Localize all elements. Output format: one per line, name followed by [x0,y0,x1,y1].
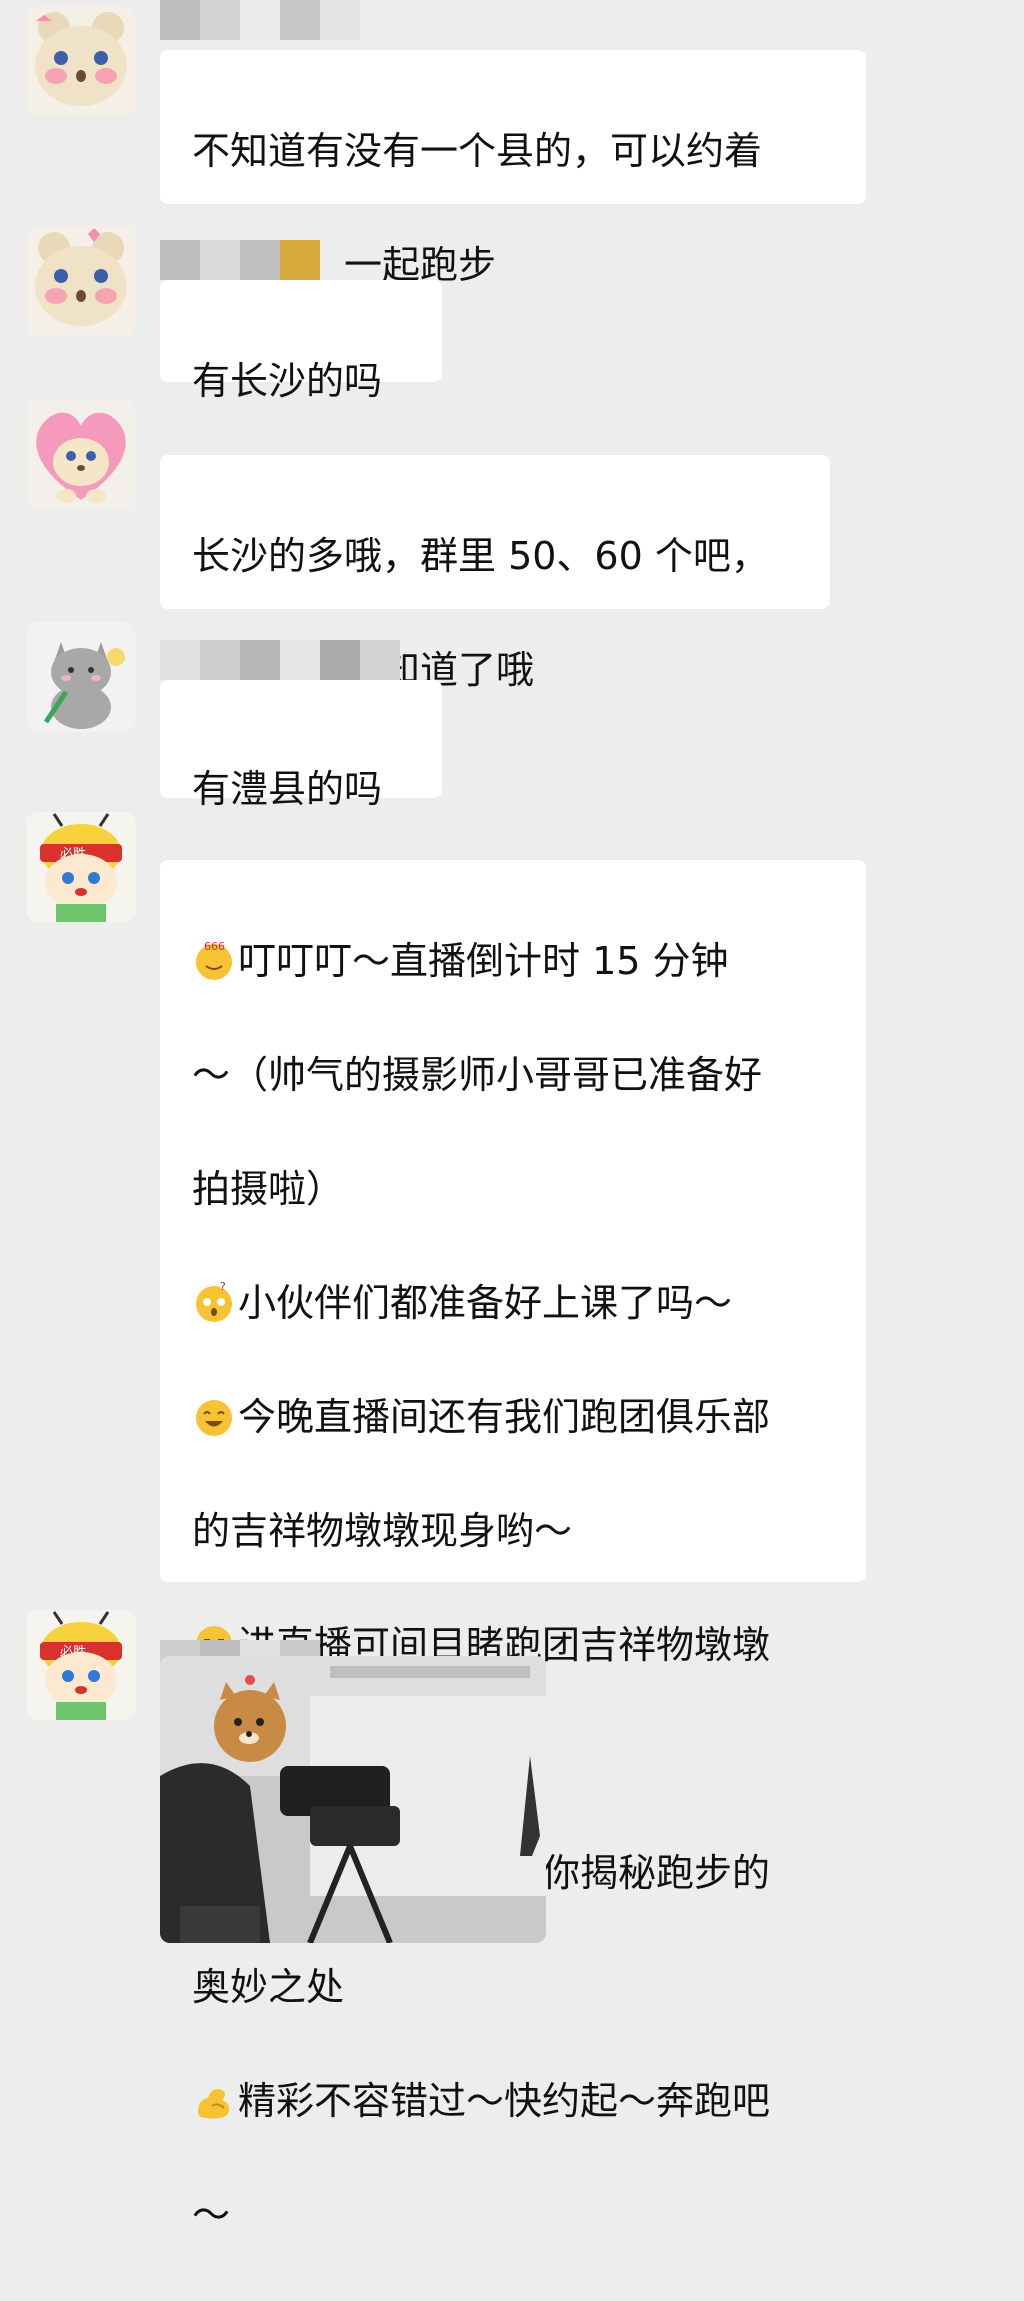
666-emoji-icon: 666 [196,940,232,980]
message-text: 今晚直播间还有我们跑团俱乐部 [238,1395,771,1439]
avatar-bear-1[interactable] [26,6,136,116]
message-text: 叮叮叮～直播倒计时 15 分钟 [238,939,729,983]
message-bubble-1[interactable]: 不知道有没有一个县的，可以约着 一起学，一起跑步 [160,50,866,287]
announcement-line-1: 666 叮叮叮～直播倒计时 15 分钟 [192,933,838,990]
announcement-line-6: 的吉祥物墩墩现身哟～ [192,1509,573,1553]
svg-text:666: 666 [204,940,225,953]
message-bubble-3[interactable]: 长沙的多哦，群里 50、60 个吧， 雨花的就不知道了哦 [160,455,830,692]
message-text: 精彩不容错过～快约起～奔跑吧 [238,2079,771,2123]
avatar-pink-heart[interactable] [26,400,136,510]
announcement-line-11: 精彩不容错过～快约起～奔跑吧 [192,2073,838,2130]
happy-emoji-icon [196,1400,232,1436]
svg-text:?: ? [220,1280,226,1293]
avatar-bee-mascot[interactable]: 必胜 [26,1610,136,1720]
message-text-line: 长沙的多哦，群里 50、60 个吧， [192,534,769,578]
message-text-line: 有澧县的吗 [192,767,383,811]
muscle-emoji-icon [198,2089,230,2119]
sender-name-redacted [160,240,320,280]
message-bubble-5[interactable]: 666 叮叮叮～直播倒计时 15 分钟 ～（帅气的摄影师小哥哥已准备好 拍摄啦） … [160,860,866,2237]
announcement-line-4: ? 小伙伴们都准备好上课了吗～ [192,1275,838,1332]
announcement-line-3: 拍摄啦） [192,1167,345,1211]
studio-photo[interactable] [160,1656,546,1943]
message-text-line: 有长沙的吗 [192,359,383,403]
avatar-gray-cat[interactable] [26,622,136,732]
message-bubble-2[interactable]: 有长沙的吗 [160,280,442,403]
question-emoji-icon: ? [196,1280,232,1322]
avatar-bee-mascot[interactable]: 必胜 [26,812,136,922]
chat-history: 不知道有没有一个县的，可以约着 一起学，一起跑步 有长沙的吗 长沙的多哦，群里 … [0,0,1024,2237]
message-text-line: 不知道有没有一个县的，可以约着 [192,129,763,173]
message-text: 小伙伴们都准备好上课了吗～ [238,1281,733,1325]
sender-name-redacted [160,640,400,680]
message-bubble-4[interactable]: 有澧县的吗 [160,680,442,811]
announcement-line-10: 奥妙之处 [192,1965,345,2009]
announcement-line-2: ～（帅气的摄影师小哥哥已准备好 [192,1053,763,1097]
avatar-bear-2[interactable] [26,226,136,336]
announcement-line-5: 今晚直播间还有我们跑团俱乐部 [192,1389,838,1446]
announcement-line-12: ～ [192,2193,231,2237]
sender-name-redacted [160,0,360,40]
